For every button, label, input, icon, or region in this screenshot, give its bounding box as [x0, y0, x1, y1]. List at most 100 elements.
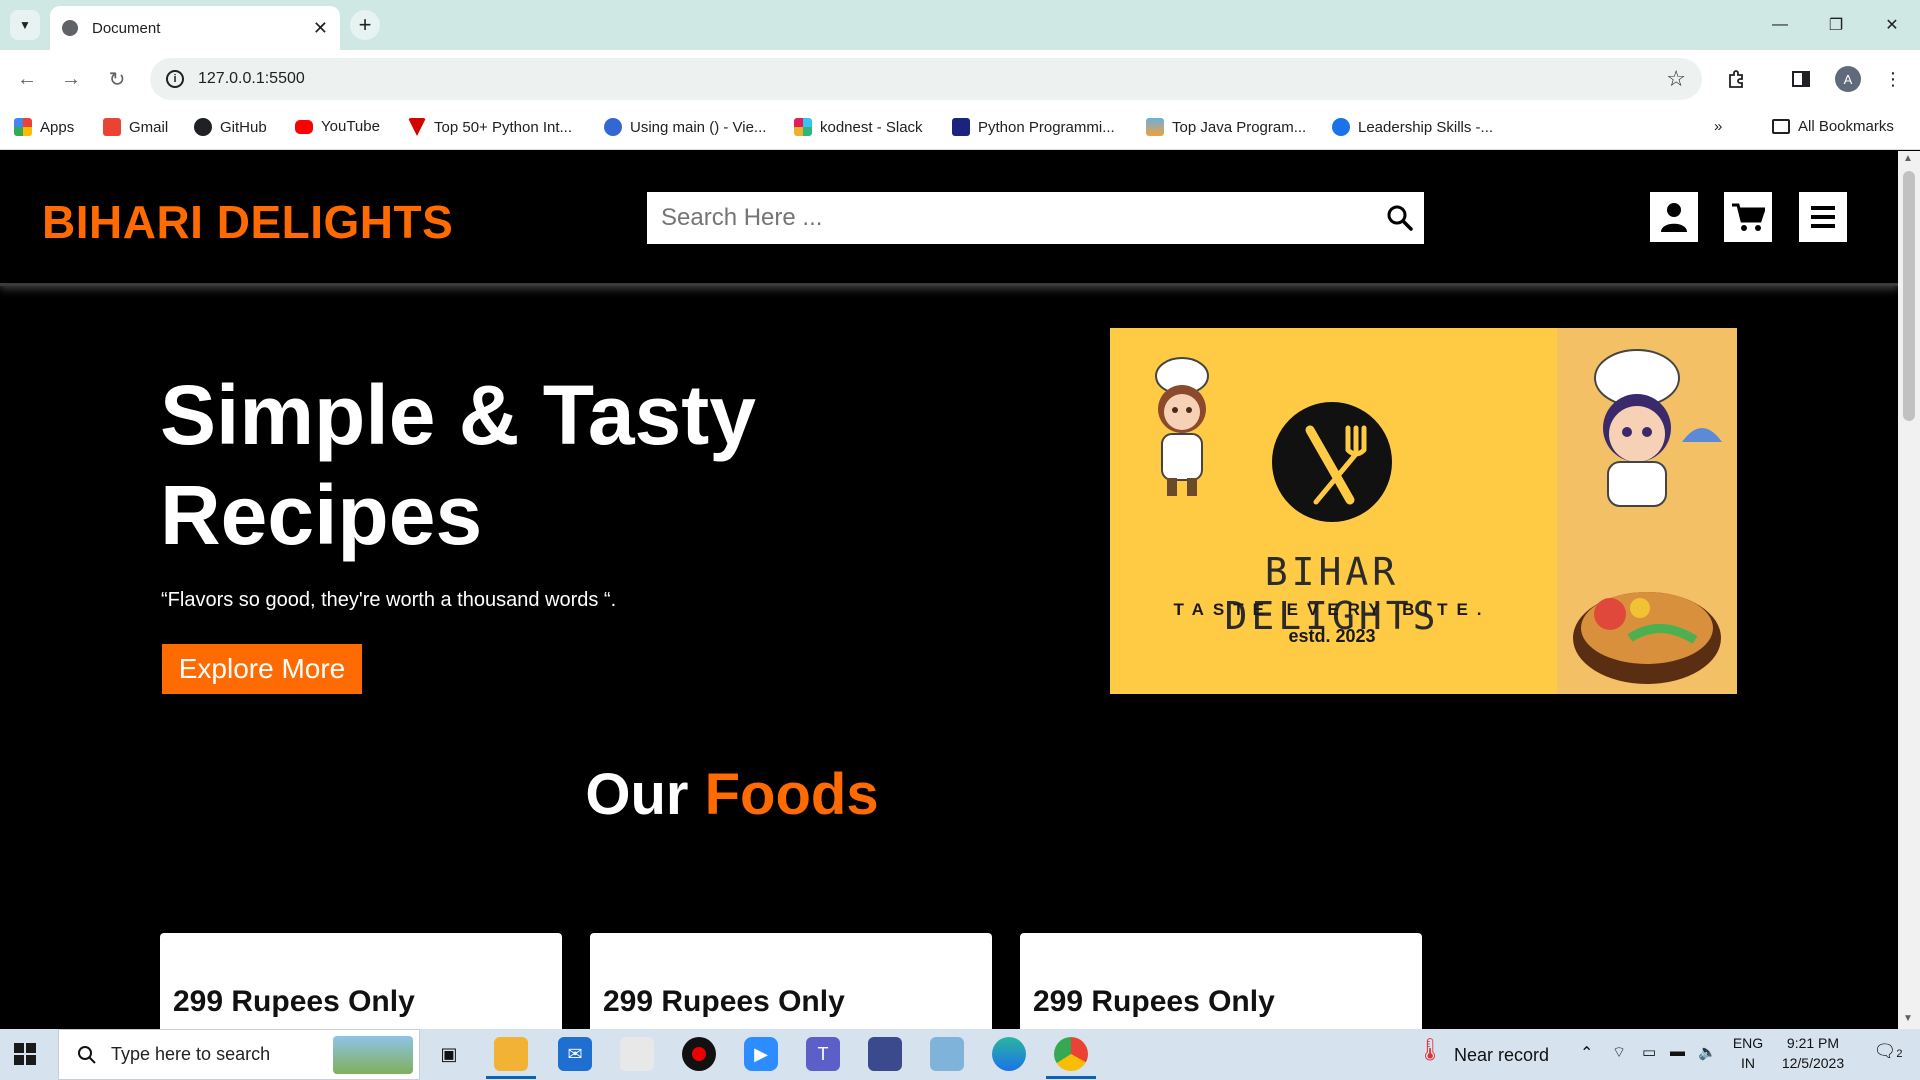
- app-badge-icon[interactable]: [868, 1037, 902, 1071]
- menu-kebab-icon[interactable]: ⋮: [1878, 64, 1908, 94]
- profile-avatar[interactable]: A: [1835, 66, 1861, 92]
- food-card-price: 299 Rupees Only: [603, 985, 845, 1018]
- taskbar-search-box[interactable]: Type here to search: [58, 1029, 420, 1080]
- close-tab-icon[interactable]: ✕: [313, 18, 328, 39]
- meet-now-icon[interactable]: ▭: [1642, 1043, 1656, 1061]
- search-icon: [78, 1045, 96, 1064]
- food-card[interactable]: 299 Rupees Only: [160, 933, 562, 1029]
- user-account-button[interactable]: [1650, 192, 1698, 242]
- site-header: BIHARI DELIGHTS: [0, 151, 1898, 286]
- section-title-our-foods: Our Foods: [0, 761, 1464, 828]
- user-icon: [1661, 203, 1687, 232]
- bookmark-leadership-skills[interactable]: Leadership Skills -...: [1332, 118, 1493, 136]
- task-view-icon[interactable]: ▣: [432, 1037, 466, 1071]
- tab-document[interactable]: Document ✕: [50, 6, 340, 50]
- bookmark-python-interview[interactable]: Top 50+ Python Int...: [408, 118, 572, 136]
- search-highlight-castle-icon: [333, 1036, 413, 1074]
- github-icon: [194, 118, 212, 136]
- bookmarks-bar: Apps Gmail GitHub YouTube Top 50+ Python…: [0, 106, 1920, 150]
- banner-established: estd. 2023: [1288, 626, 1376, 646]
- slack-icon: [794, 118, 812, 136]
- windows-taskbar: Type here to search ▣ ✉ ▶ T 🌡 Near recor…: [0, 1029, 1920, 1080]
- thermometer-icon: 🌡: [1416, 1037, 1444, 1062]
- browser-toolbar: ← → ↻ i 127.0.0.1:5500 ☆ A ⋮: [0, 50, 1920, 106]
- cart-icon: [1732, 203, 1765, 231]
- globe-icon: [62, 20, 78, 36]
- side-panel-icon[interactable]: [1786, 64, 1816, 94]
- battery-icon[interactable]: ▬: [1670, 1043, 1685, 1060]
- chrome-icon[interactable]: [1046, 1037, 1096, 1079]
- zoom-icon[interactable]: ▶: [744, 1037, 778, 1071]
- address-bar[interactable]: i 127.0.0.1:5500 ☆: [150, 58, 1702, 100]
- more-bookmarks-chevron-icon[interactable]: »: [1714, 118, 1722, 135]
- edge-icon[interactable]: [992, 1037, 1026, 1071]
- apps-grid-icon: [14, 118, 32, 136]
- scroll-up-icon[interactable]: ▲: [1903, 153, 1913, 164]
- hamburger-menu-icon: [1811, 206, 1835, 228]
- site-info-icon[interactable]: i: [166, 70, 184, 88]
- minimize-button[interactable]: —: [1752, 0, 1808, 50]
- site-search-bar: [647, 192, 1424, 244]
- hero-title: Simple & Tasty Recipes: [160, 368, 756, 562]
- fork-knife-logo-icon: [1272, 402, 1392, 522]
- bookmark-python-programming[interactable]: Python Programmi...: [952, 118, 1115, 136]
- notepad-app-icon[interactable]: [930, 1037, 964, 1071]
- bookmark-kodnest-slack[interactable]: kodnest - Slack: [794, 118, 923, 136]
- bookmark-top-java[interactable]: Top Java Program...: [1146, 118, 1306, 136]
- extensions-icon[interactable]: [1722, 64, 1752, 94]
- bookmark-favicon: [952, 118, 970, 136]
- bookmark-favicon: [1332, 118, 1350, 136]
- menu-button[interactable]: [1799, 192, 1847, 242]
- page-viewport: BIHARI DELIGHTS Simple & Tasty Recipes “…: [0, 151, 1898, 1029]
- food-card[interactable]: 299 Rupees Only: [590, 933, 992, 1029]
- mail-icon[interactable]: ✉: [558, 1037, 592, 1071]
- network-icon[interactable]: ⌔: [1612, 1043, 1626, 1062]
- all-bookmarks-folder[interactable]: All Bookmarks: [1772, 118, 1894, 135]
- taskbar-search-placeholder: Type here to search: [111, 1044, 271, 1064]
- bookmark-gmail[interactable]: Gmail: [103, 118, 168, 136]
- tray-expand-icon[interactable]: ⌃: [1580, 1043, 1593, 1063]
- browser-tab-strip: ▼ Document ✕ + — ❐ ✕: [0, 0, 1920, 50]
- bookmark-github[interactable]: GitHub: [194, 118, 267, 136]
- cart-button[interactable]: [1724, 192, 1772, 242]
- new-tab-button[interactable]: +: [350, 10, 380, 40]
- gmail-icon: [103, 118, 121, 136]
- bookmark-youtube[interactable]: YouTube: [295, 118, 380, 135]
- folder-icon: [1772, 119, 1790, 134]
- notifications-icon[interactable]: 🗨2: [1870, 1041, 1906, 1062]
- site-logo[interactable]: BIHARI DELIGHTS: [42, 195, 453, 249]
- bookmark-star-icon[interactable]: ☆: [1666, 66, 1686, 92]
- explore-more-button[interactable]: Explore More: [162, 644, 362, 694]
- banner-tagline: TASTE EVERY BITE.: [1173, 600, 1491, 619]
- scrollbar-thumb[interactable]: [1903, 171, 1915, 421]
- bookmark-apps[interactable]: Apps: [14, 118, 74, 136]
- tab-search-button[interactable]: ▼: [10, 10, 40, 40]
- chevron-down-icon: ▼: [19, 18, 31, 32]
- teams-icon[interactable]: T: [806, 1037, 840, 1071]
- clock[interactable]: 9:21 PM 12/5/2023: [1772, 1035, 1854, 1071]
- volume-icon[interactable]: 🔈: [1698, 1043, 1717, 1061]
- food-bowl-illustration: [1573, 592, 1721, 684]
- url-text[interactable]: 127.0.0.1:5500: [198, 70, 305, 88]
- scroll-down-icon[interactable]: ▼: [1903, 1013, 1913, 1024]
- section-title-prefix: Our: [585, 762, 689, 827]
- windows-start-icon[interactable]: [14, 1043, 36, 1065]
- tab-title: Document: [92, 19, 161, 37]
- python-app-icon[interactable]: [620, 1037, 654, 1071]
- back-arrow-icon[interactable]: ←: [12, 64, 42, 94]
- bookmark-favicon: [408, 118, 426, 136]
- site-search-input[interactable]: [647, 204, 1376, 232]
- restore-button[interactable]: ❐: [1808, 0, 1864, 50]
- reload-icon[interactable]: ↻: [102, 64, 132, 94]
- food-card[interactable]: 299 Rupees Only: [1020, 933, 1422, 1029]
- close-window-button[interactable]: ✕: [1864, 0, 1920, 50]
- file-explorer-icon[interactable]: [486, 1037, 536, 1079]
- language-indicator[interactable]: ENG IN: [1732, 1035, 1764, 1071]
- record-app-icon[interactable]: [682, 1037, 716, 1071]
- weather-status[interactable]: Near record: [1454, 1045, 1549, 1066]
- page-scrollbar[interactable]: ▲ ▼: [1898, 151, 1920, 1029]
- search-icon[interactable]: [1376, 192, 1424, 244]
- bookmark-using-main[interactable]: Using main () - Vie...: [604, 118, 766, 136]
- bookmark-favicon: [604, 118, 622, 136]
- forward-arrow-icon[interactable]: →: [56, 64, 86, 94]
